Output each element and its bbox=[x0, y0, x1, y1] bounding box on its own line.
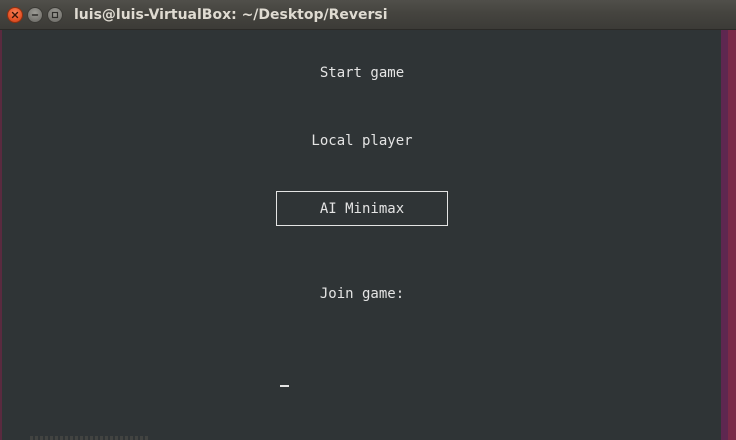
window-title: luis@luis-VirtualBox: ~/Desktop/Reversi bbox=[74, 7, 388, 23]
close-button[interactable] bbox=[7, 7, 23, 23]
minimize-icon bbox=[31, 14, 39, 16]
background-window-edge bbox=[30, 436, 150, 440]
menu-item-local-player[interactable]: Local player bbox=[262, 132, 462, 150]
text-cursor bbox=[280, 385, 289, 387]
desktop-edge bbox=[728, 30, 736, 440]
maximize-icon bbox=[51, 11, 59, 19]
menu-item-join-game[interactable]: Join game: bbox=[262, 285, 462, 303]
titlebar[interactable]: luis@luis-VirtualBox: ~/Desktop/Reversi bbox=[0, 0, 736, 30]
maximize-button[interactable] bbox=[47, 7, 63, 23]
menu-item-start-game: Start game bbox=[319, 65, 405, 81]
menu-item-ai-minimax[interactable]: AI Minimax bbox=[276, 200, 448, 218]
terminal-content[interactable] bbox=[0, 30, 721, 440]
terminal-window: luis@luis-VirtualBox: ~/Desktop/Reversi … bbox=[0, 0, 736, 440]
scrollbar-thumb[interactable] bbox=[721, 30, 728, 440]
minimize-button[interactable] bbox=[27, 7, 43, 23]
close-icon bbox=[11, 11, 19, 19]
